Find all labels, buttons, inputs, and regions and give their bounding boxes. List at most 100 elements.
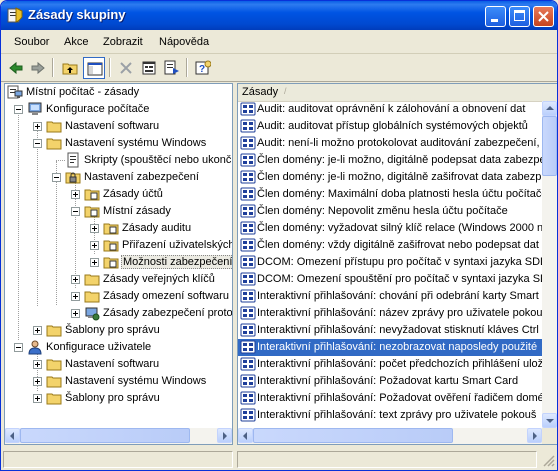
expand-toggle[interactable] (90, 224, 99, 233)
tree-item-label: Nastavení zabezpečení (84, 171, 199, 183)
policy-row[interactable]: Interaktivní přihlašování: chování při o… (238, 288, 542, 305)
resize-grip-icon[interactable] (542, 454, 555, 467)
folder-icon (46, 376, 62, 388)
policy-row[interactable]: DCOM: Omezení přístupu pro počítač v syn… (238, 254, 548, 271)
policy-row-label: Člen domény: Maximální doba platnosti he… (257, 188, 548, 200)
arrow-left-icon (243, 432, 247, 440)
arrow-up-icon (546, 106, 554, 110)
expand-toggle[interactable] (33, 326, 42, 335)
list-pane[interactable]: Zásady / Audit: auditovat oprávnění k zá… (237, 83, 557, 445)
policy-row-label: Interaktivní přihlašování: nezobrazovat … (257, 341, 538, 353)
column-header-policy[interactable]: Zásady / (238, 84, 557, 102)
scroll-left-button[interactable] (238, 428, 253, 443)
menu-akce[interactable]: Akce (64, 36, 88, 48)
menu-soubor[interactable]: Soubor (14, 36, 49, 48)
show-hide-tree-button[interactable] (83, 57, 105, 79)
arrow-right-icon (223, 432, 227, 440)
scroll-right-button[interactable] (527, 428, 542, 443)
expand-toggle[interactable] (71, 275, 80, 284)
forward-button[interactable] (27, 57, 49, 79)
scroll-down-button[interactable] (542, 413, 557, 428)
up-folder-icon (62, 63, 78, 75)
expand-toggle[interactable] (33, 377, 42, 386)
scroll-left-button[interactable] (5, 428, 20, 443)
up-button[interactable] (59, 57, 81, 79)
expand-toggle[interactable] (71, 190, 80, 199)
help-button[interactable]: ? (192, 57, 214, 79)
policy-row-label: Interaktivní přihlašování: Požadovat kar… (257, 375, 519, 387)
policy-row[interactable]: Interaktivní přihlašování: nezobrazovat … (238, 339, 542, 356)
window-title: Zásady skupiny (28, 7, 126, 22)
folder-icon (84, 274, 100, 286)
tree-item-label: Šablony pro správu (65, 392, 160, 404)
menu-napoveda[interactable]: Nápověda (159, 36, 209, 48)
close-button[interactable] (533, 6, 554, 27)
policy-row[interactable]: DCOM: Omezení spouštění pro počítač v sy… (238, 271, 556, 288)
back-button[interactable] (5, 57, 27, 79)
policy-setting-icon (240, 170, 256, 184)
expand-toggle[interactable] (90, 241, 99, 250)
policy-setting-icon (240, 374, 256, 388)
policy-row[interactable]: Interaktivní přihlašování: text zprávy p… (238, 407, 542, 424)
title-bar[interactable]: Zásady skupiny (1, 1, 557, 30)
collapse-toggle[interactable] (14, 105, 23, 114)
collapse-toggle[interactable] (52, 173, 61, 182)
policy-row[interactable]: Audit: není-li možno protokolovat audito… (238, 135, 542, 152)
policy-row[interactable]: Interaktivní přihlašování: Požadovat kar… (238, 373, 542, 390)
policy-setting-icon (240, 136, 256, 150)
expand-toggle[interactable] (33, 394, 42, 403)
collapse-toggle[interactable] (33, 139, 42, 148)
scroll-right-button[interactable] (217, 428, 232, 443)
scroll-thumb[interactable] (542, 116, 557, 176)
policy-row[interactable]: Interaktivní přihlašování: název zprávy … (238, 305, 543, 322)
policy-setting-icon (240, 204, 256, 218)
collapse-toggle[interactable] (71, 207, 80, 216)
policy-row[interactable]: Interaktivní přihlašování: počet předcho… (238, 356, 543, 373)
expand-toggle[interactable] (71, 292, 80, 301)
export-list-button[interactable] (161, 57, 183, 79)
properties-button[interactable] (138, 57, 160, 79)
delete-button[interactable] (115, 57, 137, 79)
tree-horizontal-scrollbar[interactable] (5, 428, 232, 444)
policy-row[interactable]: Interaktivní přihlašování: nevyžadovat s… (238, 322, 542, 339)
user-icon (28, 340, 42, 355)
policy-row[interactable]: Člen domény: Maximální doba platnosti he… (238, 186, 547, 203)
expand-toggle[interactable] (90, 258, 99, 267)
policy-row-label: Člen domény: vyžadovat silný klíč relace… (257, 222, 544, 234)
tree-item-label: Zásady zabezpečení proto (103, 307, 233, 319)
policy-row-label: Člen domény: je-li možno, digitálně pode… (257, 154, 552, 166)
policy-folder-icon (84, 206, 100, 218)
tree-item-label: Zásady auditu (122, 222, 192, 234)
policy-row[interactable]: Člen domény: Nepovolit změnu hesla účtu … (238, 203, 542, 220)
policy-row[interactable]: Audit: auditovat přístup globálních syst… (238, 118, 542, 135)
policy-folder-icon (84, 189, 100, 201)
policy-folder-icon (103, 257, 119, 269)
collapse-toggle[interactable] (14, 343, 23, 352)
tree-item-label: Skripty (spouštěcí nebo ukonč (84, 154, 232, 166)
policy-row[interactable]: Člen domény: je-li možno, digitálně pode… (238, 152, 551, 169)
policy-row[interactable]: Audit: auditovat oprávnění k zálohování … (238, 101, 542, 118)
policy-row[interactable]: Člen domény: vyžadovat silný klíč relace… (238, 220, 544, 237)
policy-row[interactable]: Člen domény: je-li možno, digitálně zaši… (238, 169, 542, 186)
expand-toggle[interactable] (33, 122, 42, 131)
menu-zobrazit[interactable]: Zobrazit (103, 36, 143, 48)
folder-icon (46, 138, 62, 150)
tree-pane[interactable]: Místní počítač - zásady Konfigurace počí… (4, 83, 233, 445)
scroll-up-button[interactable] (542, 101, 557, 116)
policy-row[interactable]: Člen domény: vždy digitálně zašifrovat n… (238, 237, 542, 254)
scroll-thumb[interactable] (20, 428, 190, 443)
list-vertical-scrollbar[interactable] (542, 101, 557, 428)
scroll-thumb[interactable] (253, 428, 453, 443)
scripts-icon (67, 152, 79, 168)
policy-row-label: Interaktivní přihlašování: text zprávy p… (257, 409, 537, 421)
minimize-button[interactable] (485, 6, 506, 27)
maximize-button[interactable] (509, 6, 530, 27)
expand-toggle[interactable] (33, 360, 42, 369)
folder-icon (46, 359, 62, 371)
policy-row-label: Audit: auditovat přístup globálních syst… (257, 120, 528, 132)
policy-row[interactable]: Interaktivní přihlašování: Požadovat ově… (238, 390, 544, 407)
export-list-icon (164, 60, 179, 75)
back-icon (9, 61, 23, 75)
list-horizontal-scrollbar[interactable] (238, 428, 542, 444)
expand-toggle[interactable] (71, 309, 80, 318)
